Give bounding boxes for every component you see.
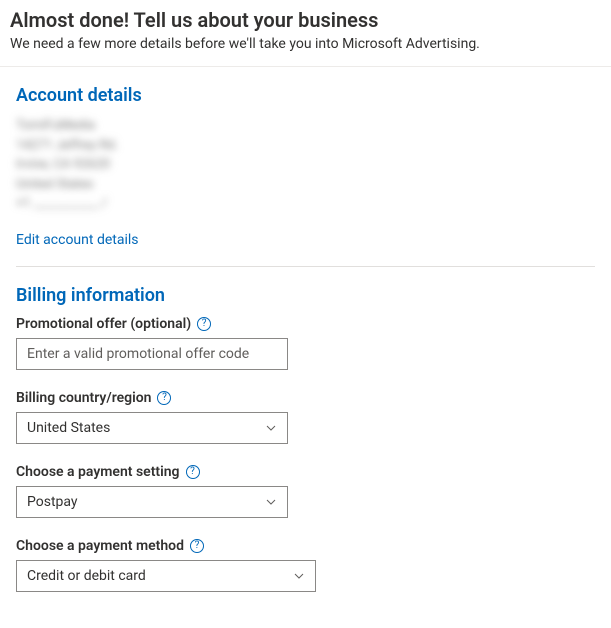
payment-setting-value: Postpay: [27, 494, 78, 510]
help-icon[interactable]: ?: [190, 539, 204, 553]
chevron-down-icon: [265, 422, 277, 434]
payment-method-select[interactable]: Credit or debit card: [16, 560, 316, 592]
payment-setting-label: Choose a payment setting: [16, 464, 180, 480]
payment-method-field: Choose a payment method ? Credit or debi…: [16, 538, 595, 592]
account-address-2: Irvine, CA 92620: [16, 155, 595, 175]
section-divider: [16, 266, 595, 267]
payment-setting-field: Choose a payment setting ? Postpay: [16, 464, 595, 518]
promo-field: Promotional offer (optional) ?: [16, 316, 595, 370]
help-icon[interactable]: ?: [197, 317, 211, 331]
page-header: Almost done! Tell us about your business…: [0, 0, 611, 67]
account-details-heading: Account details: [16, 85, 595, 106]
payment-method-label: Choose a payment method: [16, 538, 184, 554]
page-title: Almost done! Tell us about your business: [10, 8, 601, 32]
edit-account-details-link[interactable]: Edit account details: [16, 232, 139, 248]
payment-method-value: Credit or debit card: [27, 568, 146, 584]
billing-information-heading: Billing information: [16, 285, 595, 306]
payment-setting-select[interactable]: Postpay: [16, 486, 288, 518]
account-country: United States: [16, 175, 595, 195]
account-phone: +1 ___________ /: [16, 194, 595, 214]
account-address-1: 14271 Jeffrey Rd.: [16, 136, 595, 156]
account-details-readonly: TomiFuMedia 14271 Jeffrey Rd. Irvine, CA…: [16, 116, 595, 214]
promo-code-input[interactable]: [16, 338, 288, 370]
billing-section: Billing information Promotional offer (o…: [16, 285, 595, 616]
chevron-down-icon: [293, 570, 305, 582]
account-name: TomiFuMedia: [16, 116, 595, 136]
billing-country-label: Billing country/region: [16, 390, 151, 406]
help-icon[interactable]: ?: [186, 465, 200, 479]
billing-country-select[interactable]: United States: [16, 412, 288, 444]
page-subtitle: We need a few more details before we'll …: [10, 36, 601, 52]
chevron-down-icon: [265, 496, 277, 508]
account-panel: Account details TomiFuMedia 14271 Jeffre…: [0, 67, 611, 626]
billing-country-value: United States: [27, 420, 110, 436]
billing-country-field: Billing country/region ? United States: [16, 390, 595, 444]
help-icon[interactable]: ?: [157, 391, 171, 405]
promo-label: Promotional offer (optional): [16, 316, 191, 332]
